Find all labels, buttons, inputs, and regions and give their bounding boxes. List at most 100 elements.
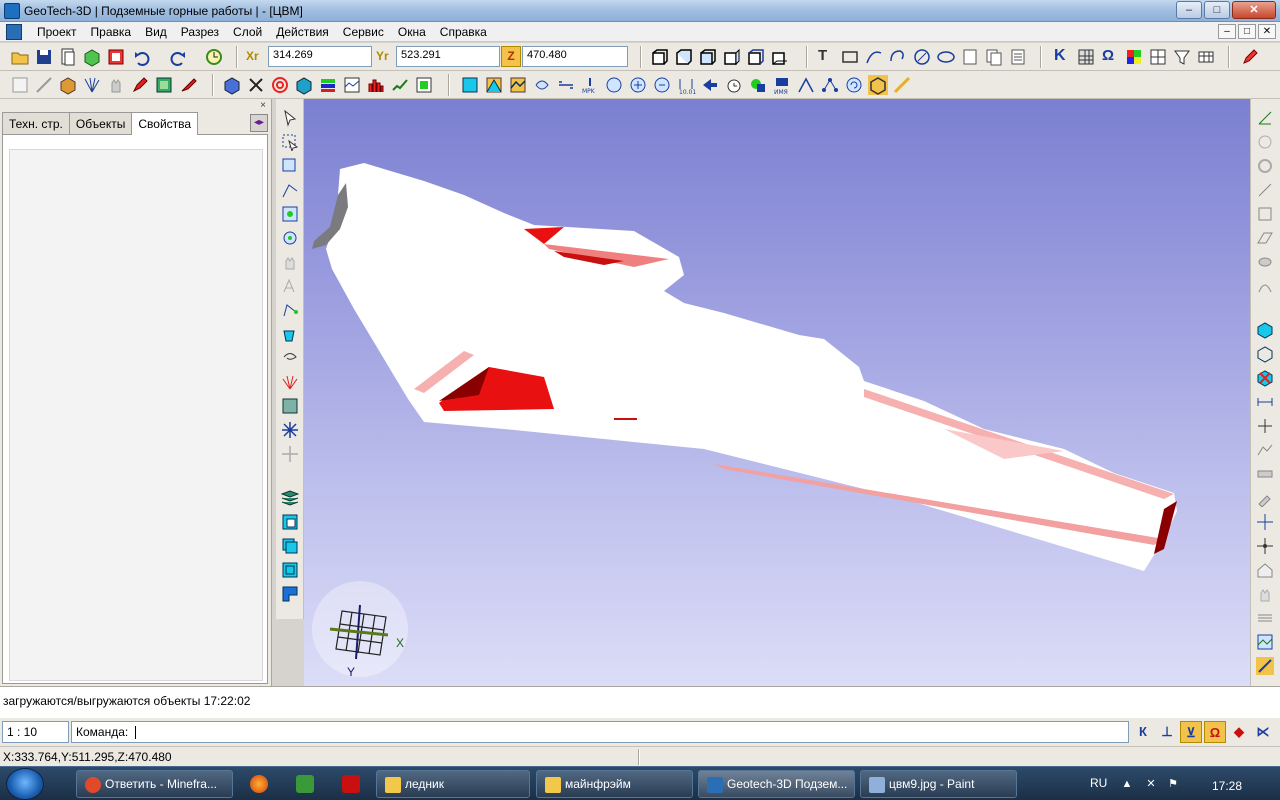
y-coord-input[interactable]: 523.291 xyxy=(396,46,500,67)
menu-actions[interactable]: Действия xyxy=(269,25,336,39)
rotate-view-icon[interactable] xyxy=(604,75,624,95)
cylinder-grey-icon[interactable] xyxy=(1256,253,1274,271)
select-object-icon[interactable] xyxy=(281,157,299,175)
surface-wire-icon[interactable] xyxy=(508,75,528,95)
layer-add-icon[interactable] xyxy=(281,513,299,531)
profile-icon[interactable] xyxy=(342,75,362,95)
list-tool-icon[interactable] xyxy=(1008,47,1028,67)
text-edit-icon[interactable] xyxy=(281,277,299,295)
menu-layer[interactable]: Слой xyxy=(226,25,269,39)
tab-properties[interactable]: Свойства xyxy=(131,112,199,135)
clock-icon[interactable] xyxy=(204,47,224,67)
section-view-icon[interactable] xyxy=(414,75,434,95)
menu-windows[interactable]: Окна xyxy=(391,25,433,39)
omega-tool-icon[interactable]: Ω xyxy=(1102,47,1114,64)
ruler-icon[interactable] xyxy=(892,75,912,95)
mdi-minimize-button[interactable]: – xyxy=(1218,24,1236,39)
save-icon[interactable] xyxy=(34,47,54,67)
acrobat-icon[interactable] xyxy=(342,775,360,793)
taskbar-item-folder-lednik[interactable]: ледник xyxy=(376,770,530,798)
panel-close-icon[interactable]: × xyxy=(258,101,268,111)
open-folder-icon[interactable] xyxy=(10,47,30,67)
export-icon[interactable] xyxy=(106,47,126,67)
command-input[interactable]: Команда: xyxy=(71,721,1129,743)
hatch-area-icon[interactable] xyxy=(281,397,299,415)
profile-grey-icon[interactable] xyxy=(1256,441,1274,459)
circle-grey-icon[interactable] xyxy=(1256,133,1274,151)
menu-service[interactable]: Сервис xyxy=(336,25,391,39)
z-coord-input[interactable]: 470.480 xyxy=(522,46,628,67)
arrow-left-icon[interactable] xyxy=(700,75,720,95)
document-icon[interactable] xyxy=(6,24,22,40)
redo-icon[interactable] xyxy=(168,47,188,67)
pencil-tool-icon[interactable] xyxy=(1240,47,1260,67)
dimension-icon[interactable] xyxy=(1256,393,1274,411)
cube-green-icon[interactable] xyxy=(82,47,102,67)
table-tool-icon[interactable] xyxy=(1196,47,1216,67)
panel-scroll-arrows-icon[interactable]: ◂▸ xyxy=(250,114,268,132)
section-line-icon[interactable] xyxy=(1256,417,1274,435)
rotate-object-icon[interactable] xyxy=(281,229,299,247)
pointer-icon[interactable] xyxy=(281,109,299,127)
axis-xy-icon[interactable] xyxy=(1256,109,1274,127)
snap-grid-button[interactable]: ⋉ xyxy=(1252,721,1274,743)
solid-blue-cube-icon[interactable] xyxy=(1256,321,1274,339)
brush-icon[interactable] xyxy=(178,75,198,95)
house-icon[interactable] xyxy=(1256,561,1274,579)
contour-tool-icon[interactable] xyxy=(532,75,552,95)
mrk-tool-icon[interactable]: MPK xyxy=(580,75,600,95)
select-box-icon[interactable] xyxy=(10,75,30,95)
menu-project[interactable]: Проект xyxy=(30,25,84,39)
menu-section[interactable]: Разрез xyxy=(174,25,226,39)
marker-icon[interactable] xyxy=(130,75,150,95)
tab-tech-structure[interactable]: Техн. стр. xyxy=(2,112,70,134)
move-axes-icon[interactable] xyxy=(1256,537,1274,555)
polyline-tool-icon[interactable] xyxy=(864,47,884,67)
objects-icon[interactable] xyxy=(748,75,768,95)
hand-pan-icon[interactable] xyxy=(281,253,299,271)
maximize-button[interactable]: □ xyxy=(1204,1,1230,19)
snap-perpendicular-button[interactable]: ⊥ xyxy=(1156,721,1178,743)
compass-rose-icon[interactable] xyxy=(1256,513,1274,531)
k-tool-icon[interactable]: K xyxy=(1054,47,1066,65)
view-iso-cube-icon[interactable] xyxy=(746,47,766,67)
line-grey-icon[interactable] xyxy=(1256,181,1274,199)
block-model-icon[interactable] xyxy=(154,75,174,95)
page-tool-icon[interactable] xyxy=(960,47,980,67)
view-side-cube-icon[interactable] xyxy=(698,47,718,67)
scale-field[interactable]: 1 : 10 xyxy=(2,721,69,743)
grid-tool-icon[interactable] xyxy=(1148,47,1168,67)
view-front-cube-icon[interactable] xyxy=(650,47,670,67)
x-coord-input[interactable]: 314.269 xyxy=(268,46,372,67)
minimize-button[interactable]: – xyxy=(1176,1,1202,19)
mdi-restore-button[interactable]: □ xyxy=(1238,24,1256,39)
map-icon[interactable] xyxy=(1256,633,1274,651)
tray-expand-icon[interactable]: ▲ xyxy=(1120,777,1134,791)
target-icon[interactable] xyxy=(270,75,290,95)
taskbar-item-geotech[interactable]: Geotech-3D Подзем... xyxy=(698,770,855,798)
name-tool-icon[interactable]: ИМЯ xyxy=(772,75,792,95)
level-tool-icon[interactable] xyxy=(556,75,576,95)
language-indicator[interactable]: RU xyxy=(1090,776,1107,790)
trend-icon[interactable] xyxy=(390,75,410,95)
filter-tool-icon[interactable] xyxy=(1172,47,1192,67)
flag-icon[interactable]: ⚑ xyxy=(1166,777,1180,791)
active-cube-icon[interactable] xyxy=(868,75,888,95)
stack-grey-icon[interactable] xyxy=(1256,609,1274,627)
bucket-icon[interactable] xyxy=(281,325,299,343)
close-button[interactable]: ✕ xyxy=(1232,1,1276,19)
ellipse-tool-icon[interactable] xyxy=(936,47,956,67)
menu-view[interactable]: Вид xyxy=(138,25,174,39)
taskbar-item-paint[interactable]: цвм9.jpg - Paint xyxy=(860,770,1017,798)
mdi-close-button[interactable]: ✕ xyxy=(1258,24,1276,39)
snap-magnet-button[interactable]: Ω xyxy=(1204,721,1226,743)
hand-grey-icon[interactable] xyxy=(1256,585,1274,603)
grid-cube-icon[interactable] xyxy=(222,75,242,95)
snap-point-icon[interactable] xyxy=(281,205,299,223)
undo-icon[interactable] xyxy=(132,47,152,67)
measure-icon[interactable] xyxy=(34,75,54,95)
copy-tool-icon[interactable] xyxy=(984,47,1004,67)
rectangle-tool-icon[interactable] xyxy=(840,47,860,67)
color-palette-icon[interactable] xyxy=(1124,47,1144,67)
histogram-icon[interactable] xyxy=(366,75,386,95)
